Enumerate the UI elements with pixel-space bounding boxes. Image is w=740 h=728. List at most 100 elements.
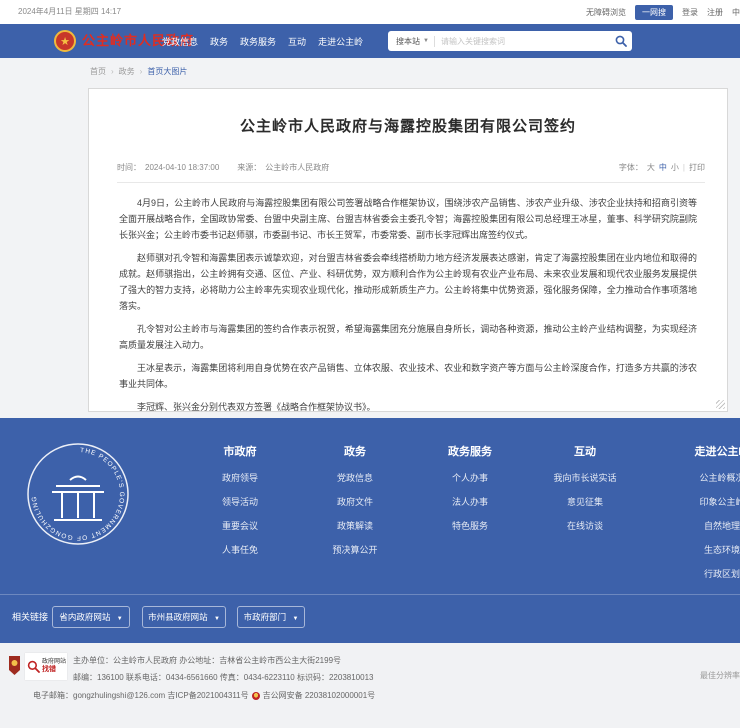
government-seal-logo: THE PEOPLE'S GOVERNMENT OF GONGZHULING xyxy=(26,442,130,546)
footer-link[interactable]: 预决算公开 xyxy=(300,538,410,562)
footer-link[interactable]: 意见征集 xyxy=(530,490,640,514)
chevron-down-icon: ▼ xyxy=(214,616,220,622)
article-meta-left: 时间： 2024-04-10 18:37:00 来源： 公主岭市人民政府 xyxy=(117,162,329,173)
footer-column-shizhengfu: 市政府 政府领导 领导活动 重要会议 人事任免 xyxy=(185,438,295,562)
footer-column-title: 政务 xyxy=(300,438,410,466)
main-nav: 党政信息 政务 政务服务 互动 走进公主岭 xyxy=(162,24,363,58)
footer-link[interactable]: 个人办事 xyxy=(415,466,525,490)
breadcrumb-separator: › xyxy=(140,67,143,76)
badge-text: 政府网站 找错 xyxy=(42,659,66,675)
login-link[interactable]: 登录 xyxy=(682,7,698,18)
breadcrumb-current: 首页大图片 xyxy=(147,66,187,77)
search-scope-select[interactable]: 搜本站 xyxy=(388,36,420,47)
topbar: 2024年4月11日 星期四 14:17 无障碍浏览 一网搜 登录 注册 中国政… xyxy=(0,0,740,24)
chevron-down-icon: ▼ xyxy=(117,616,123,622)
content-area: 首页 › 政务 › 首页大图片 公主岭市人民政府与海露控股集团有限公司签约 时间… xyxy=(0,58,740,418)
chevron-down-icon: ▼ xyxy=(423,38,429,44)
footer-divider xyxy=(0,594,740,595)
footer-link[interactable]: 人事任免 xyxy=(185,538,295,562)
nav-item-zhengwu[interactable]: 政务 xyxy=(210,35,228,48)
related-dropdown-province[interactable]: 省内政府网站 ▼ xyxy=(52,606,130,628)
footer-nav: THE PEOPLE'S GOVERNMENT OF GONGZHULING 市… xyxy=(0,418,740,643)
china-gov-link[interactable]: 中国政府网 xyxy=(732,7,740,18)
article-paragraph: 李冠辉、张兴金分别代表双方签署《战略合作框架协议书》。 xyxy=(119,399,697,415)
gate-illustration-icon xyxy=(52,477,104,521)
related-dropdown-label: 省内政府网站 xyxy=(59,612,110,622)
related-dropdown-city[interactable]: 市州县政府网站 ▼ xyxy=(142,606,226,628)
article-paragraph: 孔令智对公主岭市与海露集团的签约合作表示祝贺，希望海露集团充分施展自身所长，调动… xyxy=(119,321,697,353)
nav-item-hudong[interactable]: 互动 xyxy=(288,35,306,48)
nav-item-zhengwufuwu[interactable]: 政务服务 xyxy=(240,35,276,48)
article-body: 4月9日，公主岭市人民政府与海露控股集团有限公司签署战略合作框架协议，围绕涉农产… xyxy=(89,183,727,415)
article-paragraph: 赵师骐对孔令智和海露集团表示诚挚欢迎，对台盟吉林省委会牵线搭桥助力地方经济发展表… xyxy=(119,250,697,314)
footer-column-title: 互动 xyxy=(530,438,640,466)
breadcrumb-home[interactable]: 首页 xyxy=(90,66,106,77)
one-net-search-button[interactable]: 一网搜 xyxy=(635,5,673,20)
font-small-button[interactable]: 小 xyxy=(671,162,679,173)
chevron-down-icon: ▼ xyxy=(292,616,298,622)
footer-link[interactable]: 特色服务 xyxy=(415,514,525,538)
datetime-text: 2024年4月11日 星期四 14:17 xyxy=(18,0,121,24)
nav-item-dangzheng[interactable]: 党政信息 xyxy=(162,35,198,48)
footer-link[interactable]: 印象公主岭 xyxy=(660,490,740,514)
footer-bottom: 政府网站 找错 主办单位：公主岭市人民政府 办公地址：吉林省公主岭市西公主大街2… xyxy=(0,643,740,728)
resize-grip[interactable] xyxy=(716,400,725,409)
footer-column-title: 市政府 xyxy=(185,438,295,466)
footer-link[interactable]: 法人办事 xyxy=(415,490,525,514)
national-emblem-icon: ★ xyxy=(54,30,76,52)
search-button[interactable] xyxy=(610,31,632,51)
contact-info-line: 邮编：136100 联系电话：0434-6561660 传真：0434-6223… xyxy=(73,672,373,683)
accessibility-link[interactable]: 无障碍浏览 xyxy=(586,7,626,18)
jiucuo-emblem-icon[interactable] xyxy=(8,655,21,676)
footer-link[interactable]: 自然地理 xyxy=(660,514,740,538)
breadcrumb-zhengwu[interactable]: 政务 xyxy=(119,66,135,77)
related-dropdown-label: 市政府部门 xyxy=(244,612,287,622)
font-medium-button[interactable]: 中 xyxy=(659,162,667,173)
topbar-links: 无障碍浏览 一网搜 登录 注册 中国政府网 xyxy=(586,0,740,24)
error-find-magnifier-icon xyxy=(27,660,40,673)
article-paragraph: 4月9日，公主岭市人民政府与海露控股集团有限公司签署战略合作框架协议，围绕涉农产… xyxy=(119,195,697,243)
footer-link[interactable]: 重要会议 xyxy=(185,514,295,538)
related-dropdown-label: 市州县政府网站 xyxy=(148,612,208,622)
nav-item-zoujin[interactable]: 走进公主岭 xyxy=(318,35,363,48)
footer-column-zoujin: 走进公主岭 公主岭概况 印象公主岭 自然地理 生态环境 行政区划 xyxy=(660,438,740,586)
article-card: 公主岭市人民政府与海露控股集团有限公司签约 时间： 2024-04-10 18:… xyxy=(88,88,728,412)
email-icp-text: 电子邮箱：gongzhulingshi@126.com 吉ICP备2021004… xyxy=(33,690,249,701)
time-label: 时间： xyxy=(117,162,141,173)
related-dropdown-departments[interactable]: 市政府部门 ▼ xyxy=(237,606,305,628)
footer-column-zhengwufuwu: 政务服务 个人办事 法人办事 特色服务 xyxy=(415,438,525,538)
footer-link[interactable]: 政府领导 xyxy=(185,466,295,490)
register-link[interactable]: 注册 xyxy=(707,7,723,18)
footer-link[interactable]: 生态环境 xyxy=(660,538,740,562)
footer-link[interactable]: 政策解读 xyxy=(300,514,410,538)
public-security-record-link[interactable]: 吉公网安备 22038102000001号 xyxy=(263,690,376,701)
font-size-label: 字体： xyxy=(619,162,643,173)
website-error-report-badge[interactable]: 政府网站 找错 xyxy=(25,653,67,680)
publish-time: 2024-04-10 18:37:00 xyxy=(145,163,219,172)
print-button[interactable]: 打印 xyxy=(689,162,705,173)
footer-column-hudong: 互动 我向市长说实话 意见征集 在线访谈 xyxy=(530,438,640,538)
svg-text:★: ★ xyxy=(60,36,70,48)
search-input[interactable] xyxy=(435,37,610,46)
footer-link[interactable]: 政府文件 xyxy=(300,490,410,514)
footer-link[interactable]: 我向市长说实话 xyxy=(530,466,640,490)
footer-link[interactable]: 领导活动 xyxy=(185,490,295,514)
search-box: 搜本站 ▼ xyxy=(388,31,632,51)
icp-info-line: 电子邮箱：gongzhulingshi@126.com 吉ICP备2021004… xyxy=(33,690,375,701)
font-large-button[interactable]: 大 xyxy=(647,162,655,173)
badge-line1: 政府网站 xyxy=(42,659,66,666)
article-title: 公主岭市人民政府与海露控股集团有限公司签约 xyxy=(89,115,727,136)
badge-line2: 找错 xyxy=(42,666,66,674)
resolution-hint: 最佳分辨率：1920*1080 xyxy=(700,670,740,681)
source-value: 公主岭市人民政府 xyxy=(265,162,329,173)
footer-link[interactable]: 在线访谈 xyxy=(530,514,640,538)
related-links-label: 相关链接 xyxy=(12,606,48,628)
footer-link[interactable]: 公主岭概况 xyxy=(660,466,740,490)
footer-link[interactable]: 党政信息 xyxy=(300,466,410,490)
search-icon xyxy=(615,35,627,47)
footer-link[interactable]: 行政区划 xyxy=(660,562,740,586)
source-label: 来源： xyxy=(237,162,261,173)
breadcrumb-separator: › xyxy=(111,67,114,76)
footer-column-title: 政务服务 xyxy=(415,438,525,466)
public-security-badge-icon xyxy=(252,692,260,700)
